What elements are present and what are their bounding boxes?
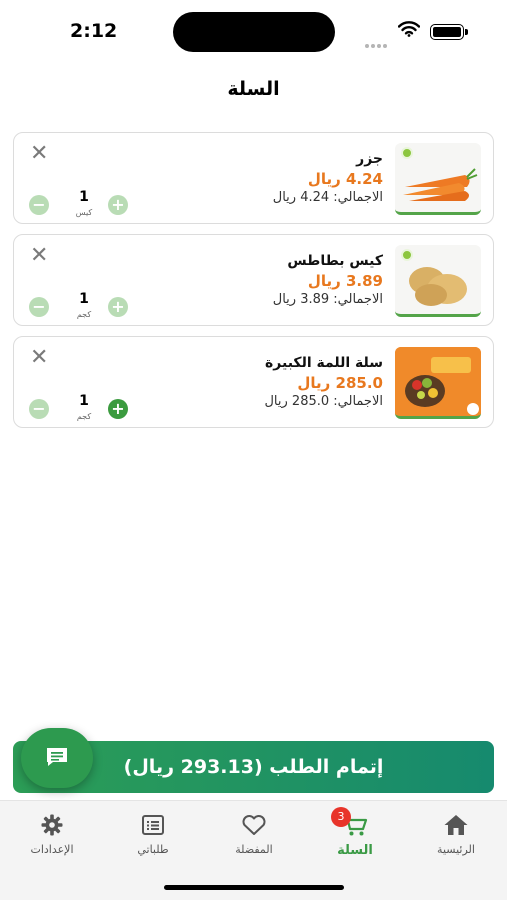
tab-label: السلة — [337, 843, 373, 858]
cart-badge: 3 — [331, 807, 351, 827]
item-quantity: 1 — [79, 291, 89, 307]
tab-orders[interactable]: طلباتي — [113, 813, 193, 856]
battery-icon — [430, 24, 468, 40]
item-price: 285.0 ريال — [297, 374, 383, 392]
heart-icon — [242, 815, 266, 835]
chat-icon — [47, 748, 67, 766]
cart-item: كيس بطاطس 3.89 ريال الاجمالي: 3.89 ريال … — [13, 234, 494, 326]
brand-logo-icon — [401, 249, 413, 261]
increase-quantity-button[interactable]: + — [108, 399, 128, 419]
item-total: الاجمالي: 4.24 ريال — [272, 190, 383, 205]
item-unit: كجم — [76, 310, 92, 319]
list-icon — [142, 815, 164, 835]
item-name: كيس بطاطس — [287, 253, 383, 269]
wifi-icon — [397, 21, 421, 41]
remove-item-icon[interactable]: ✕ — [30, 143, 48, 165]
signal-icon — [365, 33, 389, 52]
chat-button[interactable] — [21, 728, 93, 788]
increase-quantity-button[interactable]: + — [108, 195, 128, 215]
tab-label: الرئيسية — [437, 843, 475, 856]
home-indicator — [164, 885, 344, 890]
tab-home[interactable]: الرئيسية — [416, 813, 496, 856]
item-price: 3.89 ريال — [307, 272, 383, 290]
tab-settings[interactable]: الإعدادات — [12, 813, 92, 856]
cart-item: سلة اللمة الكبيرة 285.0 ريال الاجمالي: 2… — [13, 336, 494, 428]
product-image-carrots — [395, 143, 481, 215]
decrease-quantity-button[interactable]: − — [29, 195, 49, 215]
status-bar: 2:12 — [0, 0, 507, 60]
cart-list: جزر 4.24 ريال الاجمالي: 4.24 ريال ✕ − 1 … — [13, 132, 494, 438]
status-time: 2:12 — [70, 20, 118, 42]
increase-quantity-button[interactable]: + — [108, 297, 128, 317]
home-icon — [444, 815, 468, 835]
item-price: 4.24 ريال — [307, 170, 383, 188]
dynamic-island — [173, 12, 335, 52]
decrease-quantity-button[interactable]: − — [29, 399, 49, 419]
item-quantity: 1 — [79, 189, 89, 205]
item-name: جزر — [356, 151, 383, 167]
page-title: السلة — [227, 78, 280, 100]
item-total: الاجمالي: 285.0 ريال — [264, 394, 383, 409]
decrease-quantity-button[interactable]: − — [29, 297, 49, 317]
item-name: سلة اللمة الكبيرة — [265, 355, 383, 371]
tab-label: الإعدادات — [30, 843, 74, 856]
tab-cart[interactable]: 3 السلة — [315, 807, 395, 858]
item-unit: كيس — [75, 208, 93, 217]
tab-favorites[interactable]: المفضلة — [214, 813, 294, 856]
tab-label: طلباتي — [137, 843, 169, 856]
cart-item: جزر 4.24 ريال الاجمالي: 4.24 ريال ✕ − 1 … — [13, 132, 494, 224]
remove-item-icon[interactable]: ✕ — [30, 245, 48, 267]
product-image-produce-basket — [395, 347, 481, 419]
item-quantity: 1 — [79, 393, 89, 409]
remove-item-icon[interactable]: ✕ — [30, 347, 48, 369]
item-total: الاجمالي: 3.89 ريال — [272, 292, 383, 307]
brand-logo-icon — [401, 147, 413, 159]
item-unit: كجم — [76, 412, 92, 421]
tab-label: المفضلة — [235, 843, 273, 856]
product-image-potatoes — [395, 245, 481, 317]
gear-icon — [41, 814, 63, 836]
